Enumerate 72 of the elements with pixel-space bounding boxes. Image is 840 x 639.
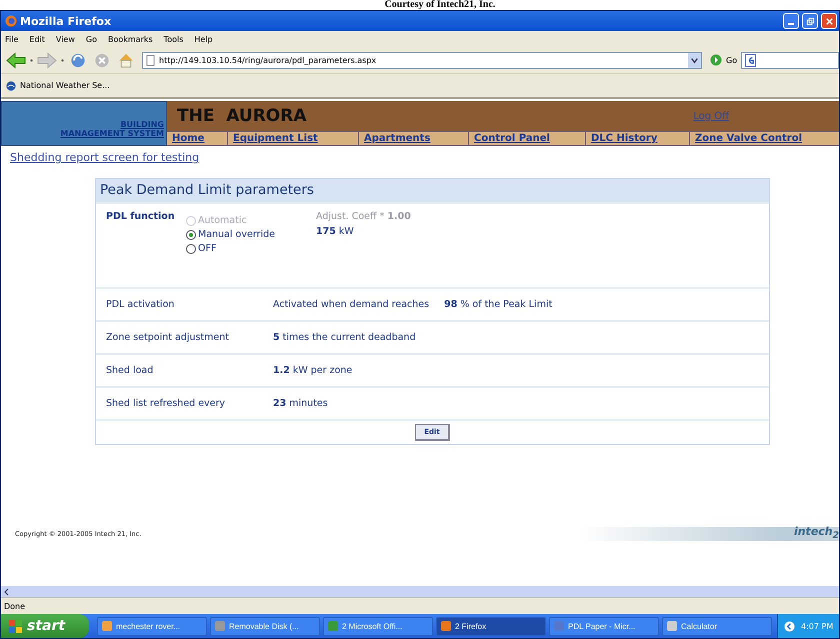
back-arrow-icon[interactable]: [6, 52, 26, 68]
field-label: Shed load: [106, 365, 154, 376]
field-value: 5 times the current deadband: [273, 332, 416, 343]
taskbar-button[interactable]: Removable Disk (...: [210, 616, 320, 636]
nav-tab[interactable]: Apartments: [359, 132, 469, 145]
adjust-coefficient: Adjust. Coeff *1.00: [316, 211, 411, 222]
address-bar[interactable]: http://149.103.10.54/ring/aurora/pdl_parameters.aspx: [142, 52, 702, 68]
field-label: PDL activation: [106, 299, 176, 310]
nav-tab[interactable]: DLC History: [586, 132, 690, 145]
panel-title: Peak Demand Limit parameters: [96, 179, 769, 202]
windows-logo-icon: [9, 620, 22, 632]
clock: 4:07 PM: [801, 622, 834, 630]
tray-icon[interactable]: [784, 620, 795, 632]
nav-tab[interactable]: Home: [167, 132, 228, 145]
app-icon: [328, 621, 338, 631]
go-icon[interactable]: [710, 54, 722, 66]
minimize-button[interactable]: [783, 13, 799, 29]
scroll-left-icon[interactable]: [3, 588, 11, 596]
radio-button[interactable]: [186, 244, 196, 254]
bookmark-link[interactable]: National Weather Se...: [20, 81, 110, 90]
app-icon: [667, 621, 677, 631]
field-label: Shed list refreshed every: [106, 398, 226, 409]
menu-item[interactable]: Go: [86, 34, 97, 44]
search-engine-icon: [745, 54, 756, 66]
nav-tab[interactable]: Zone Valve Control: [690, 132, 839, 145]
dropdown-icon[interactable]: [61, 58, 64, 62]
app-icon: [215, 621, 225, 631]
restore-icon: [806, 16, 814, 26]
option-label: OFF: [198, 243, 216, 254]
field-label: PDL function: [106, 211, 176, 222]
restore-button[interactable]: [802, 13, 818, 29]
taskbar-button[interactable]: PDL Paper - Micr...: [549, 616, 659, 636]
menu-item[interactable]: Tools: [164, 34, 184, 44]
go-button[interactable]: Go: [726, 56, 738, 64]
menu-item[interactable]: View: [56, 34, 75, 44]
menu-item[interactable]: File: [5, 34, 18, 44]
taskbar-button[interactable]: Calculator: [662, 616, 772, 636]
power-value: 175 kW: [316, 226, 355, 237]
minimize-icon: [788, 22, 794, 24]
menu-item[interactable]: Help: [194, 34, 213, 44]
site-title: THE AURORA: [177, 106, 307, 126]
dropdown-icon[interactable]: [30, 58, 33, 62]
taskbar-button[interactable]: mechester rover...: [97, 616, 207, 636]
page-icon: [146, 54, 155, 66]
close-button[interactable]: [821, 13, 837, 29]
brand-text: BUILDING: [120, 120, 164, 128]
search-field[interactable]: [741, 52, 839, 68]
status-text: Done: [4, 602, 26, 610]
report-link[interactable]: Shedding report screen for testing: [10, 151, 200, 164]
field-value: 1.2 kW per zone: [273, 365, 352, 376]
field-value: 23 minutes: [273, 398, 328, 409]
browser-icon: [5, 15, 17, 27]
field-value: 98 % of the Peak Limit: [444, 299, 552, 310]
taskbar-button[interactable]: 2 Microsoft Offi...: [323, 616, 433, 636]
menu-item[interactable]: Bookmarks: [108, 34, 153, 44]
option-label: Automatic: [198, 215, 247, 226]
menu-item[interactable]: Edit: [29, 34, 45, 44]
field-value: Activated when demand reaches: [273, 299, 430, 310]
brand-text: MANAGEMENT SYSTEM: [60, 128, 164, 138]
taskbar-button[interactable]: 2 Firefox: [436, 616, 546, 636]
nav-tab[interactable]: Equipment List: [228, 132, 359, 145]
caption: Courtesy of Intech21, Inc.: [384, 0, 496, 10]
app-icon: [554, 621, 564, 631]
field-label: Zone setpoint adjustment: [106, 332, 230, 343]
app-icon: [102, 621, 112, 631]
horizontal-scrollbar[interactable]: [1, 586, 839, 597]
radio-button[interactable]: [186, 230, 196, 240]
option-label: Manual override: [198, 229, 275, 240]
window-title: Mozilla Firefox: [20, 14, 112, 28]
app-icon: [441, 621, 451, 631]
nav-tab[interactable]: Control Panel: [469, 132, 586, 145]
close-icon: [824, 16, 834, 26]
